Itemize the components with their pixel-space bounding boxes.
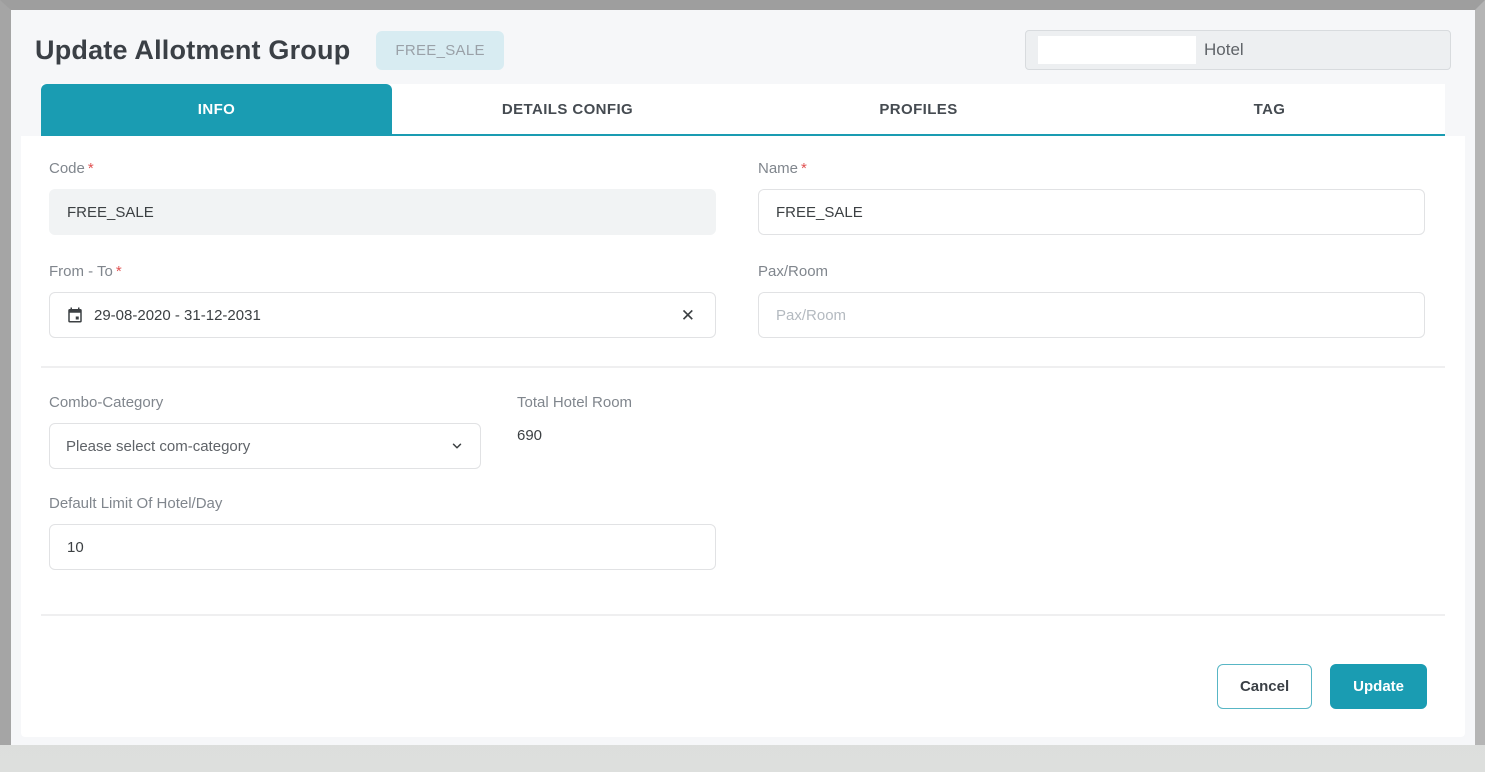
update-allotment-group-panel: Update Allotment Group FREE_SALE Hotel I…	[0, 0, 1485, 745]
total-hotel-room-group: Total Hotel Room 690	[517, 394, 632, 469]
page-title: Update Allotment Group	[35, 35, 350, 66]
form-row-default-limit: Default Limit Of Hotel/Day	[41, 495, 1445, 570]
pax-room-input[interactable]	[758, 292, 1425, 338]
tab-profiles[interactable]: PROFILES	[743, 84, 1094, 134]
required-asterisk: *	[88, 160, 94, 177]
tab-info[interactable]: INFO	[41, 84, 392, 134]
pax-room-label: Pax/Room	[758, 263, 1425, 280]
combo-category-field-group: Combo-Category Please select com-categor…	[49, 394, 481, 469]
form-row-2: From - To* 29-08-2020 - 31-12-2031 ✕ Pax…	[41, 263, 1445, 338]
required-asterisk: *	[801, 160, 807, 177]
required-asterisk: *	[116, 263, 122, 280]
section-divider	[41, 366, 1445, 368]
from-to-field-group: From - To* 29-08-2020 - 31-12-2031 ✕	[49, 263, 716, 338]
date-range-value: 29-08-2020 - 31-12-2031	[94, 307, 261, 324]
update-button[interactable]: Update	[1330, 664, 1427, 709]
group-code-badge: FREE_SALE	[376, 31, 503, 70]
code-label-text: Code	[49, 160, 85, 177]
code-field-group: Code*	[49, 160, 716, 235]
combo-category-selected-value: Please select com-category	[66, 438, 250, 455]
combo-row: Combo-Category Please select com-categor…	[41, 394, 1445, 469]
spacer-column	[758, 495, 1425, 570]
date-range-input[interactable]: 29-08-2020 - 31-12-2031 ✕	[49, 292, 716, 338]
tab-tag[interactable]: TAG	[1094, 84, 1445, 134]
total-hotel-room-label: Total Hotel Room	[517, 394, 632, 411]
hotel-name-redacted	[1038, 36, 1196, 64]
chevron-down-icon	[450, 439, 464, 453]
cancel-button[interactable]: Cancel	[1217, 664, 1312, 709]
hotel-selector[interactable]: Hotel	[1025, 30, 1451, 70]
from-to-label: From - To*	[49, 263, 716, 280]
name-label: Name*	[758, 160, 1425, 177]
total-hotel-room-value: 690	[517, 427, 632, 444]
footer-divider	[41, 614, 1445, 616]
combo-category-select[interactable]: Please select com-category	[49, 423, 481, 469]
default-limit-field-group: Default Limit Of Hotel/Day	[49, 495, 716, 570]
form-row-1: Code* Name*	[41, 160, 1445, 235]
tab-content-info: Code* Name* From - To*	[21, 136, 1465, 737]
combo-category-label: Combo-Category	[49, 394, 481, 411]
default-limit-input[interactable]	[49, 524, 716, 570]
footer-actions: Cancel Update	[41, 642, 1445, 737]
header: Update Allotment Group FREE_SALE Hotel	[11, 10, 1475, 84]
name-input[interactable]	[758, 189, 1425, 235]
clear-date-icon[interactable]: ✕	[677, 303, 699, 328]
tab-bar: INFO DETAILS CONFIG PROFILES TAG	[41, 84, 1445, 136]
from-to-label-text: From - To	[49, 263, 113, 280]
name-field-group: Name*	[758, 160, 1425, 235]
default-limit-label: Default Limit Of Hotel/Day	[49, 495, 716, 512]
calendar-icon	[66, 306, 84, 324]
hotel-label: Hotel	[1204, 40, 1244, 60]
name-label-text: Name	[758, 160, 798, 177]
code-label: Code*	[49, 160, 716, 177]
pax-room-field-group: Pax/Room	[758, 263, 1425, 338]
tab-details-config[interactable]: DETAILS CONFIG	[392, 84, 743, 134]
code-input	[49, 189, 716, 235]
